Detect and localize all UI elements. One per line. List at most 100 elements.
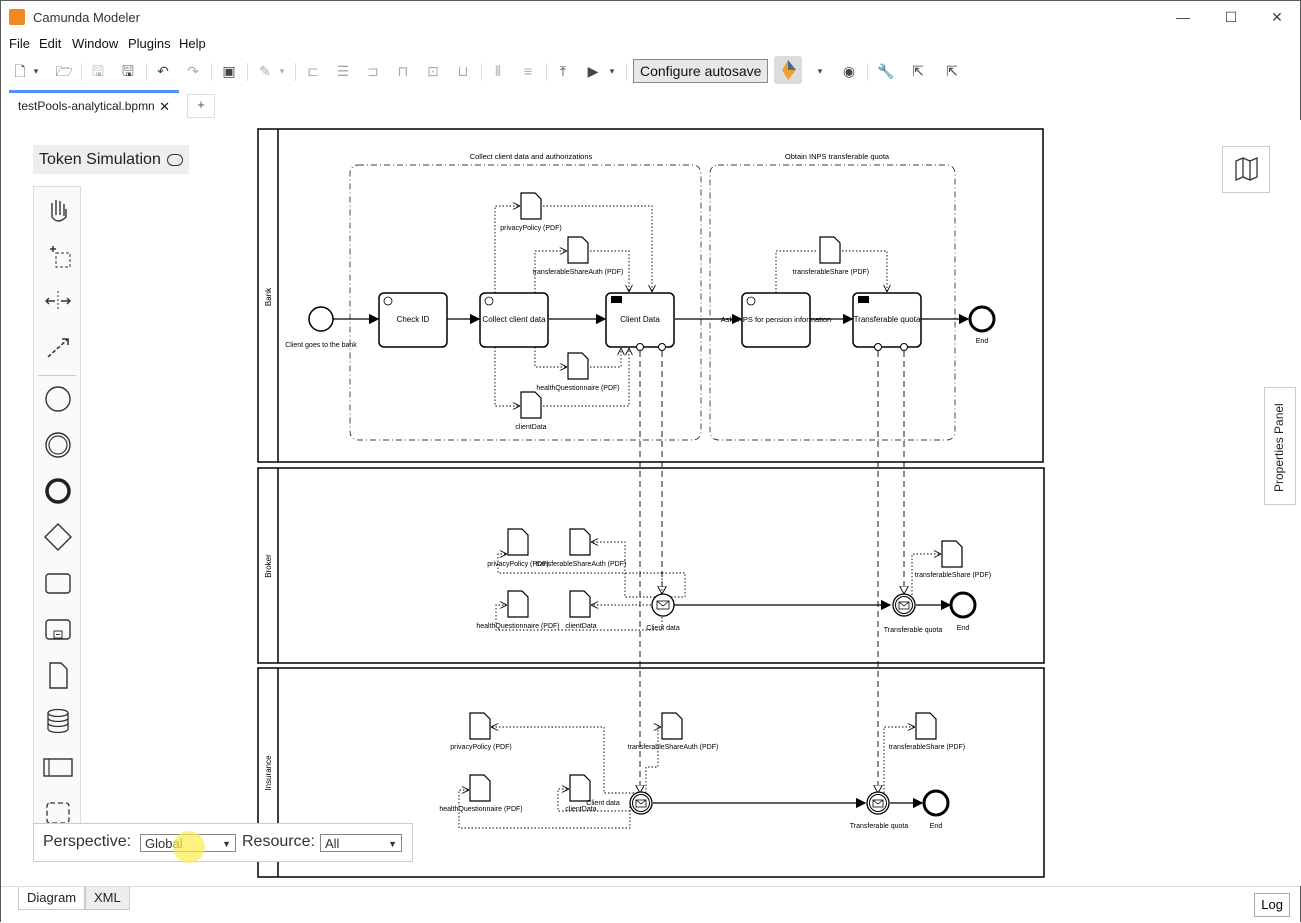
bank-start-label: Client goes to the bank — [285, 342, 357, 349]
tab-xml[interactable]: XML — [85, 887, 130, 910]
tab-testpools[interactable]: testPools-analytical.bpmn ✕ — [9, 90, 179, 120]
svg-text:Ask INPS for pension informati: Ask INPS for pension information — [721, 315, 831, 324]
svg-text:Collect client data: Collect client data — [482, 315, 546, 324]
svg-text:Client Data: Client Data — [620, 315, 660, 324]
start-instance-icon[interactable]: ▶ — [583, 61, 603, 81]
open-folder-icon[interactable]: 🗁 — [55, 61, 73, 81]
save-as-icon[interactable]: 🖫 — [119, 61, 137, 81]
insurance-msg-quota[interactable] — [866, 791, 890, 815]
diagram-canvas[interactable]: Bank Broker Insurance Collect client dat… — [1, 120, 1301, 886]
tab-diagram[interactable]: Diagram — [18, 887, 86, 910]
distribute-horizontal-icon[interactable]: ⫴ — [488, 61, 508, 81]
menu-file[interactable]: File — [9, 36, 30, 51]
bank-doc-privacy[interactable] — [520, 192, 542, 220]
close-tab-icon[interactable]: ✕ — [159, 93, 170, 120]
add-tab-button[interactable]: + — [187, 94, 215, 118]
space-tool-icon[interactable] — [40, 283, 76, 319]
group-collect-label: Collect client data and authorizations — [470, 152, 593, 161]
plugin-envelope-icon[interactable]: ◉ — [837, 61, 861, 81]
align-top-icon[interactable]: ⊓ — [393, 61, 413, 81]
color-dropdown-icon[interactable]: ▾ — [277, 61, 287, 81]
task-transferable-quota[interactable]: Transferable quota — [852, 292, 922, 351]
intermediate-event-icon[interactable] — [40, 427, 76, 463]
broker-end-event[interactable] — [949, 591, 977, 619]
minimize-icon[interactable]: — — [1163, 5, 1203, 29]
token-simulation-toggle[interactable]: Token Simulation — [33, 145, 189, 174]
align-bottom-icon[interactable]: ⊔ — [453, 61, 473, 81]
perspective-label: Perspective: — [43, 833, 132, 850]
broker-doc-privacy[interactable] — [507, 528, 529, 556]
broker-msg-client-data[interactable] — [651, 593, 675, 617]
broker-doc-health[interactable] — [507, 590, 529, 618]
share-icon[interactable]: ⇱ — [941, 61, 963, 81]
gateway-icon[interactable] — [40, 519, 76, 555]
bank-doc-health[interactable] — [567, 352, 589, 380]
camunda-plugin-icon[interactable] — [774, 56, 802, 84]
maximize-icon[interactable]: ☐ — [1211, 5, 1251, 29]
save-icon[interactable]: 🖫 — [89, 61, 107, 81]
export-icon[interactable]: ⇱ — [907, 61, 929, 81]
new-file-icon[interactable]: 🗋 — [11, 61, 29, 81]
minimap-toggle[interactable] — [1222, 146, 1270, 193]
start-dropdown-icon[interactable]: ▾ — [607, 61, 617, 81]
insurance-msg-client-data[interactable] — [629, 791, 653, 815]
align-middle-icon[interactable]: ⊡ — [423, 61, 443, 81]
insurance-doc-transferable[interactable] — [661, 712, 683, 740]
log-button[interactable]: Log — [1254, 893, 1290, 917]
insurance-doc-share[interactable] — [915, 712, 937, 740]
bank-doc-transferable[interactable] — [567, 236, 589, 264]
bpmn-diagram[interactable]: Bank Broker Insurance Collect client dat… — [1, 120, 1301, 886]
end-event-icon[interactable] — [40, 473, 76, 509]
svg-text:transferableShare (PDF): transferableShare (PDF) — [793, 269, 869, 276]
insurance-doc-privacy[interactable] — [469, 712, 491, 740]
new-file-dropdown-icon[interactable]: ▾ — [31, 61, 41, 81]
color-picker-icon[interactable]: ✎ — [255, 61, 275, 81]
insurance-doc-client[interactable] — [569, 774, 591, 802]
menu-help[interactable]: Help — [179, 36, 206, 51]
task-icon[interactable] — [40, 565, 76, 601]
bank-doc-client[interactable] — [520, 391, 542, 419]
plugin-dropdown-icon[interactable]: ▾ — [813, 61, 827, 81]
distribute-vertical-icon[interactable]: ≡ — [518, 61, 538, 81]
bank-end-event[interactable] — [968, 305, 996, 333]
bank-end-label: End — [976, 338, 989, 345]
export-image-icon[interactable]: ▣ — [219, 61, 239, 81]
configure-autosave-button[interactable]: Configure autosave — [633, 59, 769, 83]
insurance-msg-quota-label: Transferable quota — [850, 823, 909, 830]
broker-doc-client[interactable] — [569, 590, 591, 618]
broker-msg-quota[interactable] — [892, 593, 916, 617]
task-check-id[interactable]: Check ID — [378, 292, 448, 348]
bank-doc-share[interactable] — [819, 236, 841, 264]
menu-window[interactable]: Window — [72, 36, 118, 51]
close-window-icon[interactable]: ✕ — [1257, 5, 1297, 29]
deploy-icon[interactable]: ⤒ — [553, 61, 573, 81]
align-left-icon[interactable]: ⊏ — [303, 61, 323, 81]
task-collect-client-data[interactable]: Collect client data — [479, 292, 549, 348]
data-object-icon[interactable] — [40, 657, 76, 693]
subprocess-icon[interactable] — [40, 611, 76, 647]
insurance-doc-health[interactable] — [469, 774, 491, 802]
align-center-icon[interactable]: ☰ — [333, 61, 353, 81]
data-store-icon[interactable] — [40, 703, 76, 739]
perspective-bar: Perspective: Global ▼ Resource: All ▼ — [33, 823, 413, 862]
start-event-icon[interactable] — [40, 381, 76, 417]
pool-icon[interactable] — [40, 749, 76, 785]
lasso-tool-icon[interactable] — [40, 237, 76, 273]
redo-icon[interactable]: ↷ — [184, 61, 202, 81]
broker-doc-transferable[interactable] — [569, 528, 591, 556]
undo-icon[interactable]: ↶ — [154, 61, 172, 81]
broker-doc-share[interactable] — [941, 540, 963, 568]
bank-start-event[interactable] — [308, 306, 334, 332]
properties-panel-toggle[interactable]: Properties Panel — [1264, 387, 1296, 505]
resource-select[interactable]: All ▼ — [320, 834, 402, 852]
menu-edit[interactable]: Edit — [39, 36, 61, 51]
bottom-bar: Diagram XML Log — [1, 886, 1300, 923]
align-right-icon[interactable]: ⊐ — [363, 61, 383, 81]
insurance-end-event[interactable] — [922, 789, 950, 817]
wrench-icon[interactable]: 🔧 — [875, 61, 897, 81]
menu-plugins[interactable]: Plugins — [128, 36, 171, 51]
hand-tool-icon[interactable] — [40, 191, 76, 227]
svg-text:Check ID: Check ID — [397, 315, 430, 324]
task-client-data[interactable]: Client Data — [605, 292, 675, 351]
connect-tool-icon[interactable] — [40, 329, 76, 365]
